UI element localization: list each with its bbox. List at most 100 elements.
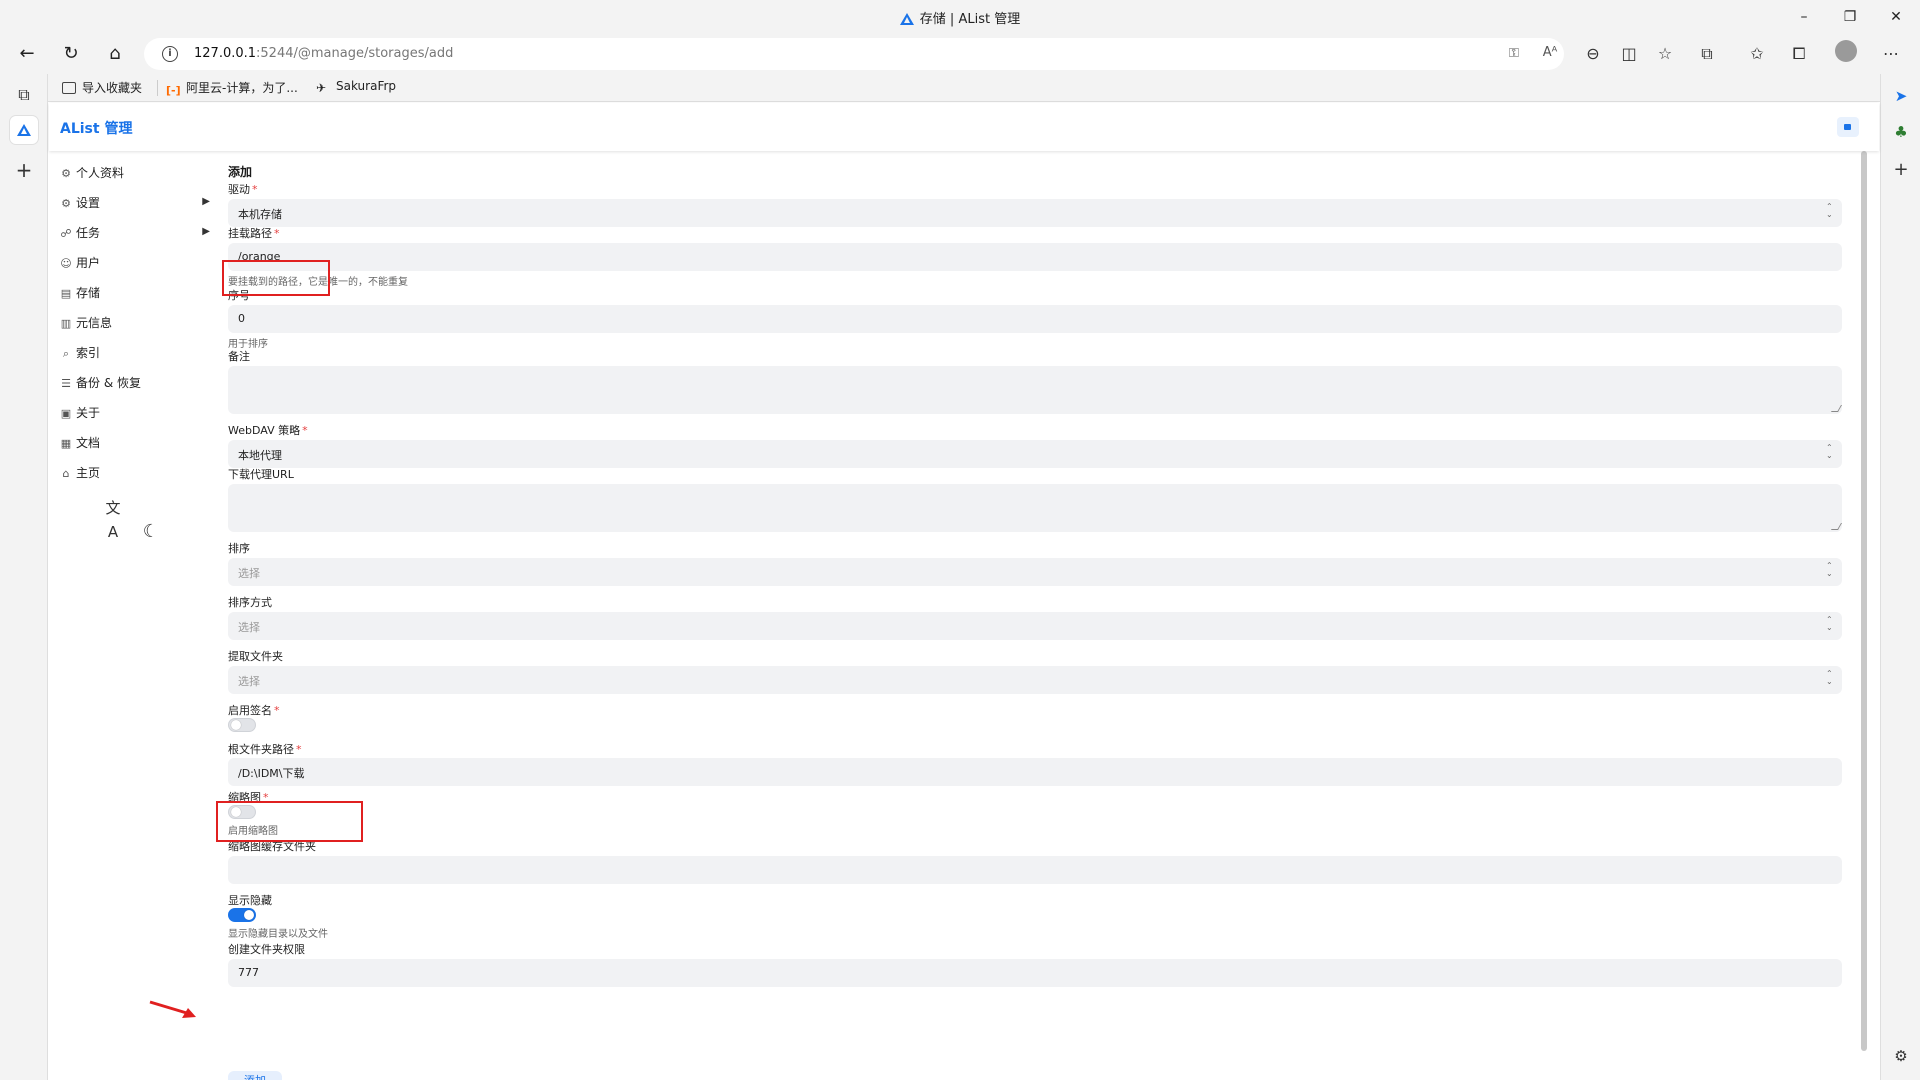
window-title: 存储 | AList 管理 (919, 12, 1021, 27)
mount-path-input[interactable]: /orange (228, 243, 1842, 271)
refresh-icon[interactable]: ↻ (58, 41, 84, 67)
extract-folder-label: 提取文件夹 (228, 650, 283, 663)
favorite-import[interactable]: 导入收藏夹 (62, 79, 142, 96)
tab-actions-icon[interactable]: ⧉ (10, 81, 38, 109)
minimize-button[interactable]: – (1792, 6, 1816, 28)
user-icon: ☺ (60, 257, 72, 270)
dark-mode-icon[interactable]: ☾ (139, 520, 163, 544)
add-favorite-icon[interactable]: ☆ (1652, 41, 1678, 67)
sidebar-settings-gear-icon[interactable]: ⚙ (1889, 1044, 1913, 1068)
order-input[interactable]: 0 (228, 305, 1842, 333)
vertical-tabs-strip: ⧉ + (0, 74, 48, 1080)
thumb-cache-folder-input[interactable] (228, 856, 1842, 884)
sidebar-item-about[interactable]: ▣ 关于 (60, 404, 210, 424)
favorite-sakurafrp[interactable]: ✈ SakuraFrp (316, 79, 396, 94)
browser-right-sidebar: ➤ ♣ + ⚙ (1880, 74, 1920, 1080)
extract-folder-select[interactable]: 选择 (228, 666, 1842, 694)
more-menu-icon[interactable]: ⋯ (1878, 41, 1904, 67)
sort-direction-label: 排序方式 (228, 596, 272, 609)
sort-label: 排序 (228, 542, 250, 555)
webdav-policy-select[interactable]: 本地代理 (228, 440, 1842, 468)
chevron-right-icon: ▶ (202, 226, 210, 237)
book-icon: ▦ (60, 437, 72, 450)
close-window-button[interactable]: ✕ (1884, 6, 1908, 28)
split-screen-icon[interactable]: ◫ (1616, 41, 1642, 67)
aliyun-icon: [-] (166, 84, 181, 97)
key-icon[interactable]: ⚿ (1504, 45, 1524, 63)
sidebar-item-metas[interactable]: ▥ 元信息 (60, 314, 210, 334)
import-favorites-icon (62, 82, 76, 94)
highlight-root-folder-path (216, 801, 363, 842)
root-folder-path-label: 根文件夹路径 * (228, 743, 302, 756)
sidebar-item-storages[interactable]: ▤ 存储 (60, 284, 210, 304)
toggle-knob (231, 720, 241, 730)
sidebar-item-backup-restore[interactable]: ☰ 备份 & 恢复 (60, 374, 210, 394)
app-brand[interactable]: AList 管理 (60, 118, 132, 138)
favorite-aliyun[interactable]: [-] 阿里云-计算，为了... (166, 79, 298, 97)
site-info-icon[interactable]: i (162, 46, 178, 62)
sidebar-item-docs[interactable]: ▦ 文档 (60, 434, 210, 454)
sort-select[interactable]: 选择 (228, 558, 1842, 586)
sidebar-item-tasks[interactable]: ☍ 任务 ▶ (60, 224, 210, 244)
enable-sign-label: 启用签名 * (228, 704, 280, 717)
gear-icon: ⚙ (61, 197, 71, 210)
profile-icon: ⚙ (61, 167, 71, 180)
favorites-bar: 导入收藏夹 [-] 阿里云-计算，为了... ✈ SakuraFrp (0, 74, 1920, 102)
alist-logo-icon (899, 13, 914, 25)
tasks-icon: ☍ (60, 227, 72, 240)
read-aloud-icon[interactable]: Aᴬ (1540, 44, 1560, 62)
new-tab-icon[interactable]: + (10, 156, 38, 184)
page-scrollbar[interactable] (1861, 151, 1867, 1051)
download-proxy-url-label: 下载代理URL (228, 468, 294, 481)
url-text[interactable]: 127.0.0.1:5244/@manage/storages/add (194, 46, 453, 61)
profile-avatar-icon[interactable] (1835, 40, 1857, 62)
root-folder-path-input[interactable]: /D:\IDM\下载 (228, 758, 1842, 786)
show-hidden-toggle[interactable] (228, 908, 256, 922)
tree-icon[interactable]: ♣ (1889, 120, 1913, 144)
sort-direction-select[interactable]: 选择 (228, 612, 1842, 640)
sidebar-item-users[interactable]: ☺ 用户 (60, 254, 210, 274)
zoom-out-icon[interactable]: ⊖ (1580, 41, 1606, 67)
sidebar-item-home[interactable]: ⌂ 主页 (60, 464, 210, 484)
url-path: :5244/@manage/storages/add (256, 46, 454, 61)
annotation-arrow-icon (149, 1000, 196, 1018)
window-title-bar: 存储 | AList 管理 – ❐ ✕ (0, 0, 1920, 34)
chevron-right-icon: ▶ (202, 196, 210, 207)
add-storage-form: 添加 驱动* 本机存储 挂载路径* /orange 要挂载到的路径，它是唯一的，… (222, 151, 1842, 1080)
enable-sign-toggle[interactable] (228, 718, 256, 732)
webdav-policy-label: WebDAV 策略 * (228, 424, 308, 437)
show-hidden-help: 显示隐藏目录以及文件 (228, 929, 328, 940)
language-switch-icon[interactable]: 文A (101, 496, 125, 541)
tab-alist[interactable] (10, 116, 38, 144)
sidebar-item-profile[interactable]: ⚙ 个人资料 (60, 164, 210, 184)
back-icon[interactable]: ← (14, 41, 40, 67)
add-submit-button[interactable]: 添加 (228, 1071, 282, 1080)
logout-icon[interactable] (1837, 117, 1859, 137)
driver-label: 驱动 * (228, 183, 258, 196)
search-icon: ⌕ (62, 347, 70, 360)
sakurafrp-icon: ✈ (316, 81, 327, 95)
mkdir-perm-label: 创建文件夹权限 (228, 943, 305, 956)
home-icon: ⌂ (62, 467, 70, 480)
collections-icon[interactable]: ⧠ (1786, 41, 1812, 67)
url-host: 127.0.0.1 (194, 46, 257, 61)
remark-textarea[interactable] (228, 366, 1842, 414)
storage-icon: ▤ (60, 287, 72, 300)
mount-path-label: 挂载路径 * (228, 227, 280, 240)
sidebar-item-settings[interactable]: ⚙ 设置 ▶ (60, 194, 210, 214)
alist-page: AList 管理 ⚙ 个人资料 ⚙ 设置 ▶ ☍ 任务 ▶ ☺ 用户 ▤ 存储 ▥ 元信息 ⌕ 索… (49, 103, 1879, 1080)
address-bar[interactable]: i 127.0.0.1:5244/@manage/storages/add ⚿ … (144, 38, 1564, 70)
remark-label: 备注 (228, 350, 250, 363)
download-proxy-url-textarea[interactable] (228, 484, 1842, 532)
favorites-icon[interactable]: ✩ (1744, 41, 1770, 67)
home-icon[interactable]: ⌂ (102, 41, 128, 67)
form-heading: 添加 (228, 165, 253, 179)
driver-select[interactable]: 本机存储 (228, 199, 1842, 227)
extensions-icon[interactable]: ⧉ (1694, 41, 1720, 67)
mkdir-perm-input[interactable]: 777 (228, 959, 1842, 987)
sidebar-item-indexes[interactable]: ⌕ 索引 (60, 344, 210, 364)
restore-button[interactable]: ❐ (1838, 6, 1862, 28)
send-icon[interactable]: ➤ (1889, 84, 1913, 108)
add-sidebar-app-icon[interactable]: + (1889, 158, 1913, 182)
show-hidden-label: 显示隐藏 (228, 894, 272, 907)
